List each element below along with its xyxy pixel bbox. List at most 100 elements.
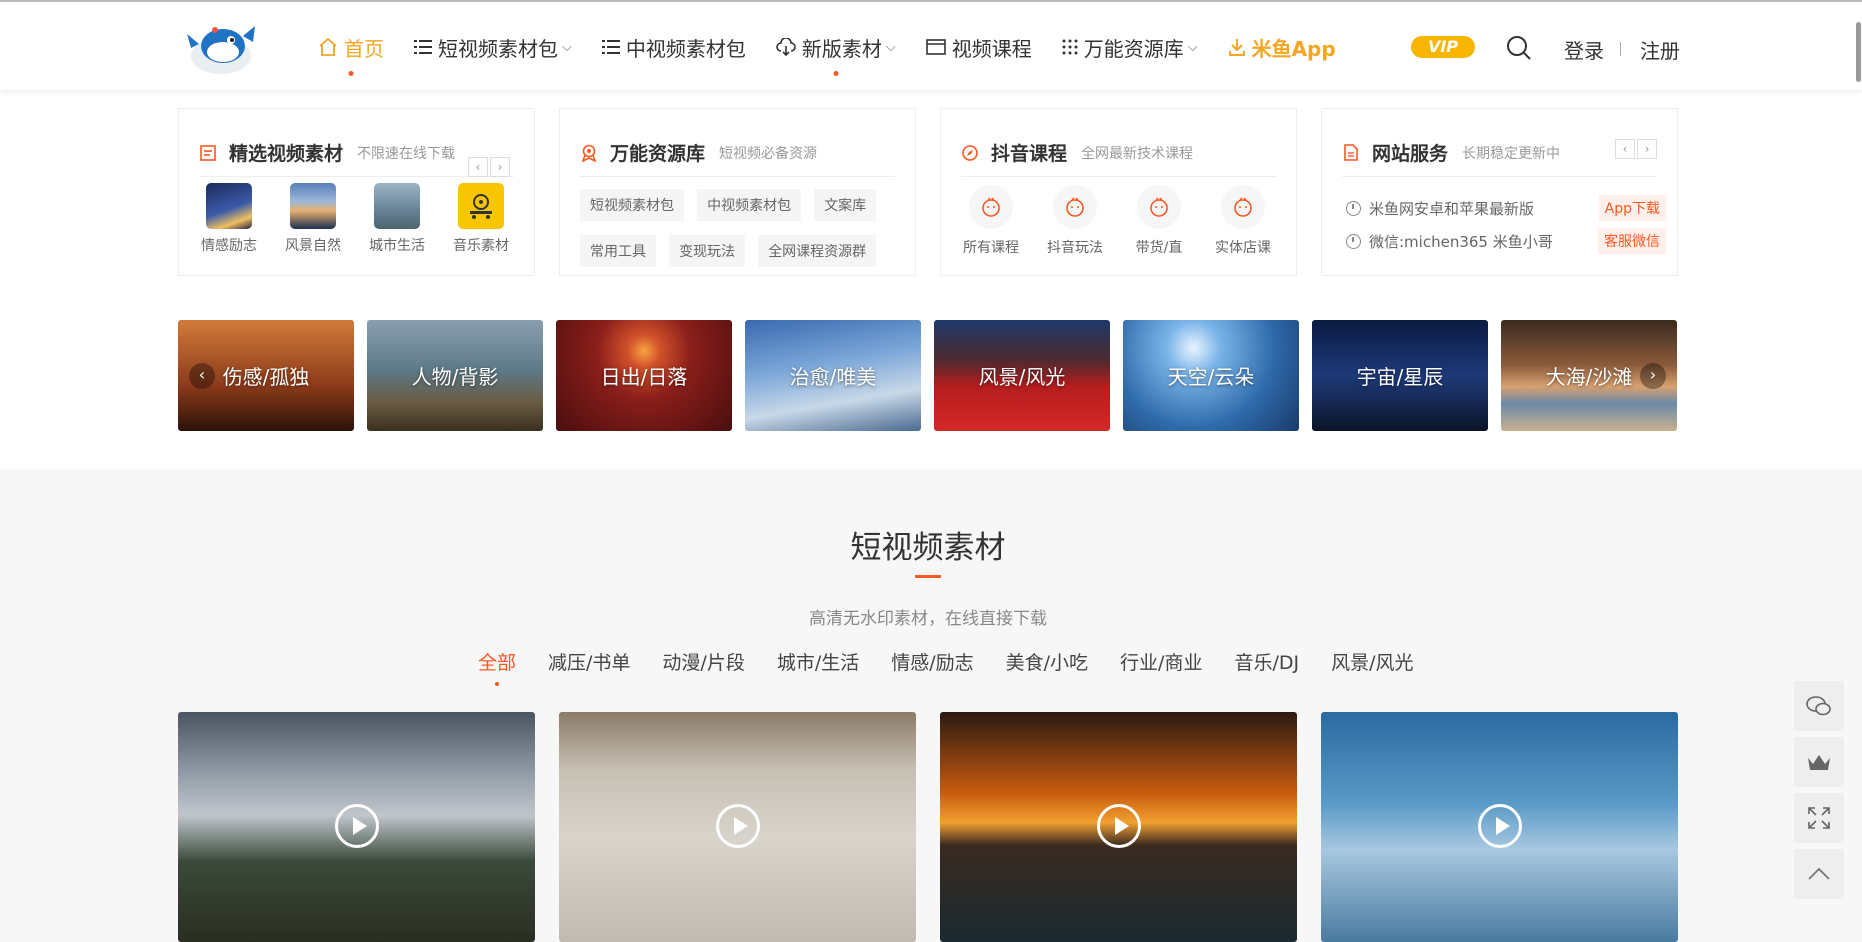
tab-business[interactable]: 行业/商业 bbox=[1120, 648, 1202, 675]
play-icon[interactable] bbox=[334, 804, 379, 848]
banner-healing[interactable]: 治愈/唯美 bbox=[745, 320, 921, 431]
chevron-down-icon: ⌵ bbox=[562, 39, 572, 55]
chevron-right-icon[interactable]: › bbox=[1640, 363, 1666, 389]
video-thumbnail[interactable] bbox=[559, 712, 916, 942]
tab-label: 音乐/DJ bbox=[1234, 652, 1300, 674]
course-livestream[interactable]: 带货/直 bbox=[1117, 185, 1201, 257]
video-thumbnail[interactable] bbox=[940, 712, 1297, 942]
card-title: 万能资源库 bbox=[610, 143, 706, 165]
resource-tag[interactable]: 中视频素材包 bbox=[697, 189, 802, 221]
banner-label: 大海/沙滩 bbox=[1545, 365, 1633, 389]
featured-video-card: 精选视频素材 不限速在线下载 ‹ › 情感励志 风景自然 城市生活 音乐素材 bbox=[178, 108, 535, 276]
nav-short-video-pack-label: 短视频素材包 bbox=[438, 36, 558, 61]
resource-tag[interactable]: 全网课程资源群 bbox=[758, 235, 877, 267]
banner-sunrise[interactable]: 日出/日落 bbox=[556, 320, 732, 431]
award-icon bbox=[580, 144, 598, 162]
course-grid: 所有课程 抖音玩法 带货/直 实体店课 bbox=[949, 185, 1285, 257]
chevron-right-icon[interactable]: › bbox=[1637, 139, 1657, 159]
tab-label: 城市/生活 bbox=[776, 652, 860, 674]
banner-sky[interactable]: 天空/云朵 bbox=[1123, 320, 1299, 431]
nav-new-materials[interactable]: 新版素材 ⌵ bbox=[776, 2, 896, 92]
vip-badge[interactable]: VIP bbox=[1411, 36, 1475, 58]
category-city[interactable]: 城市生活 bbox=[355, 183, 439, 255]
video-icon bbox=[925, 39, 946, 55]
list-icon bbox=[414, 39, 432, 55]
resource-tag[interactable]: 常用工具 bbox=[580, 235, 656, 267]
register-link[interactable]: 注册 bbox=[1640, 35, 1680, 64]
play-icon[interactable] bbox=[1477, 804, 1522, 848]
banner-label: 日出/日落 bbox=[600, 365, 688, 389]
download-icon bbox=[1228, 38, 1246, 56]
nav-short-video-pack[interactable]: 短视频素材包 ⌵ bbox=[414, 2, 572, 92]
new-dot bbox=[833, 71, 839, 76]
category-scenery[interactable]: 风景自然 bbox=[271, 183, 355, 255]
tab-food[interactable]: 美食/小吃 bbox=[1006, 648, 1088, 675]
banner-people[interactable]: 人物/背影 bbox=[367, 320, 543, 431]
course-douyin[interactable]: 抖音玩法 bbox=[1033, 185, 1117, 257]
card-header: 抖音课程 全网最新技术课程 bbox=[961, 129, 1276, 177]
nav-resource-library[interactable]: 万能资源库 ⌵ bbox=[1062, 2, 1198, 92]
tab-label: 美食/小吃 bbox=[1005, 652, 1089, 674]
play-icon[interactable] bbox=[715, 804, 760, 848]
service-text: 米鱼网安卓和苹果最新版 bbox=[1369, 199, 1535, 218]
login-link[interactable]: 登录 bbox=[1564, 35, 1604, 64]
service-text: 微信:michen365 米鱼小哥 bbox=[1369, 232, 1553, 251]
course-label: 实体店课 bbox=[1215, 240, 1271, 256]
chevron-down-icon: ⌵ bbox=[885, 39, 896, 55]
nav-video-courses[interactable]: 视频课程 bbox=[925, 2, 1032, 92]
tab-city[interactable]: 城市/生活 bbox=[777, 648, 859, 675]
wechat-support-button[interactable]: 客服微信 bbox=[1598, 228, 1666, 254]
category-icon-grid: 情感励志 风景自然 城市生活 音乐素材 bbox=[187, 183, 523, 255]
service-row: 米鱼网安卓和苹果最新版 App下载 bbox=[1346, 195, 1666, 221]
card-header: 网站服务 长期稳定更新中 ‹ › bbox=[1342, 129, 1657, 177]
resource-tag[interactable]: 变现玩法 bbox=[669, 235, 746, 267]
card-subtitle: 全网最新技术课程 bbox=[1081, 145, 1194, 162]
scrollbar[interactable] bbox=[1856, 22, 1861, 82]
tab-music[interactable]: 音乐/DJ bbox=[1234, 648, 1299, 675]
wechat-icon[interactable] bbox=[1794, 681, 1844, 731]
resource-tags: 短视频素材包 中视频素材包 文案库 常用工具 变现玩法 全网课程资源群 bbox=[580, 189, 900, 281]
course-all[interactable]: 所有课程 bbox=[949, 185, 1033, 257]
back-to-top-icon[interactable] bbox=[1794, 849, 1844, 899]
tab-stress-relief[interactable]: 减压/书单 bbox=[548, 648, 630, 675]
play-icon[interactable] bbox=[1096, 804, 1141, 848]
crown-icon[interactable] bbox=[1794, 737, 1844, 787]
search-icon[interactable] bbox=[1506, 35, 1532, 61]
banner-scenery[interactable]: 风景/风光 bbox=[934, 320, 1110, 431]
course-label: 所有课程 bbox=[963, 240, 1019, 256]
chevron-left-icon[interactable]: ‹ bbox=[1615, 139, 1635, 159]
chevron-left-icon[interactable]: ‹ bbox=[189, 363, 215, 389]
course-store[interactable]: 实体店课 bbox=[1201, 185, 1285, 257]
resource-tag[interactable]: 短视频素材包 bbox=[580, 189, 684, 221]
resource-library-card: 万能资源库 短视频必备资源 短视频素材包 中视频素材包 文案库 常用工具 变现玩… bbox=[559, 108, 916, 276]
category-thumb bbox=[290, 183, 336, 229]
tab-label: 减压/书单 bbox=[548, 652, 631, 674]
tab-scenery[interactable]: 风景/风光 bbox=[1331, 648, 1413, 675]
logo[interactable] bbox=[185, 16, 260, 76]
douyin-course-card: 抖音课程 全网最新技术课程 所有课程 抖音玩法 带货/直 实体店课 bbox=[940, 108, 1297, 276]
category-filter-tabs: 全部 减压/书单 动漫/片段 城市/生活 情感/励志 美食/小吃 行业/商业 音… bbox=[478, 648, 1446, 686]
chevron-right-icon[interactable]: › bbox=[490, 157, 510, 177]
chevron-left-icon[interactable]: ‹ bbox=[468, 157, 488, 177]
tab-label: 行业/商业 bbox=[1120, 652, 1203, 674]
category-emotion[interactable]: 情感励志 bbox=[187, 183, 271, 255]
app-download-button[interactable]: App下载 bbox=[1598, 195, 1666, 221]
video-thumbnail[interactable] bbox=[178, 712, 535, 942]
nav-home[interactable]: 首页 bbox=[318, 2, 384, 92]
video-thumbnail[interactable] bbox=[1321, 712, 1678, 942]
tab-all[interactable]: 全部 bbox=[478, 648, 516, 686]
nav-app-download[interactable]: 米鱼App bbox=[1228, 2, 1336, 92]
tab-emotion[interactable]: 情感/励志 bbox=[891, 648, 973, 675]
category-label: 音乐素材 bbox=[453, 238, 509, 254]
card-title: 精选视频素材 bbox=[229, 143, 344, 165]
tab-anime[interactable]: 动漫/片段 bbox=[662, 648, 744, 675]
card-subtitle: 长期稳定更新中 bbox=[1462, 145, 1561, 162]
category-music[interactable]: 音乐素材 bbox=[439, 183, 523, 255]
tab-label: 情感/励志 bbox=[891, 652, 974, 674]
resource-tag[interactable]: 文案库 bbox=[814, 189, 877, 221]
main-nav: 首页 短视频素材包 ⌵ 中视频素材包 新版素材 ⌵ 视频课程 万能资源库 ⌵ 米… bbox=[318, 2, 1366, 92]
fullscreen-icon[interactable] bbox=[1794, 793, 1844, 843]
course-label: 抖音玩法 bbox=[1047, 240, 1103, 256]
banner-universe[interactable]: 宇宙/星辰 bbox=[1312, 320, 1488, 431]
nav-mid-video-pack[interactable]: 中视频素材包 bbox=[601, 2, 746, 92]
